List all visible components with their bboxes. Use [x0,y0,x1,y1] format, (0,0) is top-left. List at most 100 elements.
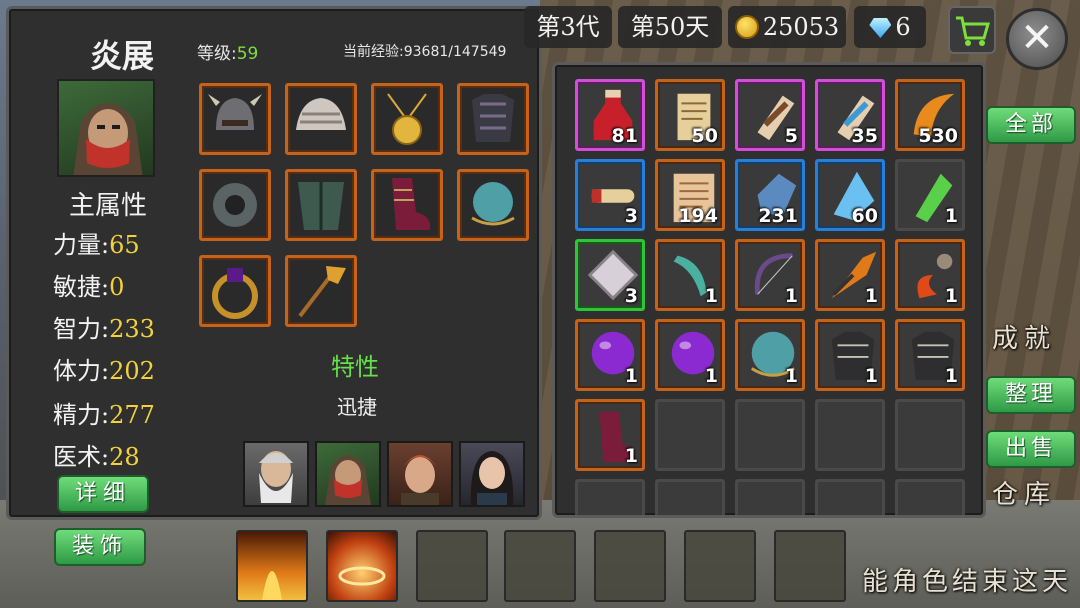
equip-slot-pauldron[interactable] [199,169,271,241]
inventory-slot[interactable]: 1 [655,239,725,311]
inventory-slot[interactable]: 81 [575,79,645,151]
skill-slot-fire-ring[interactable] [326,530,398,602]
inventory-slot[interactable]: 1 [735,239,805,311]
skill-slot-fire-pillar[interactable] [236,530,308,602]
inventory-slot-empty[interactable] [655,399,725,471]
party-old-sage-portrait[interactable] [243,441,309,507]
inventory-slot[interactable]: 1 [815,319,885,391]
inventory-slot-empty[interactable] [815,399,885,471]
inventory-slot[interactable]: 60 [815,159,885,231]
exp-value: 93681/147549 [403,44,507,60]
equip-slot-chest[interactable] [457,83,529,155]
inventory-slot[interactable]: 1 [655,319,725,391]
skill-slot-empty-2[interactable] [504,530,576,602]
warehouse-label[interactable]: 仓库 [992,474,1056,511]
inventory-slot[interactable]: 1 [895,159,965,231]
inventory-slot[interactable]: 3 [575,239,645,311]
inventory-slot-empty[interactable] [815,479,885,515]
inventory-slot[interactable]: 1 [575,399,645,471]
attr-agility: 敏捷:0 [53,273,125,301]
fire-pillar-icon [262,571,282,600]
trait-title: 特性 [331,353,379,381]
item-count: 1 [944,285,958,307]
inventory-slot[interactable]: 1 [895,319,965,391]
skill-slot-empty-5[interactable] [774,530,846,602]
inventory-slot[interactable]: 1 [815,239,885,311]
inventory-slot-empty[interactable] [895,479,965,515]
inventory-slot[interactable]: 50 [655,79,725,151]
gem-value: 6 [895,13,911,41]
item-count: 1 [704,365,718,387]
equip-slot-shoulder[interactable] [285,83,357,155]
level-label: 等级: [197,44,237,64]
gem-display: 6 [854,6,926,48]
item-count: 1 [944,205,958,227]
shop-cart-button[interactable] [948,6,996,54]
achievement-label[interactable]: 成就 [992,318,1056,355]
item-count: 5 [784,125,798,147]
item-count: 1 [784,285,798,307]
inventory-slot-empty[interactable] [895,399,965,471]
inventory-slot-empty[interactable] [575,479,645,515]
decor-button[interactable]: 装饰 [54,528,146,566]
item-count: 1 [944,365,958,387]
inventory-slot[interactable]: 5 [735,79,805,151]
equip-slot-orb[interactable] [457,169,529,241]
close-button[interactable]: ✕ [1006,8,1068,70]
equip-slot-boots[interactable] [371,169,443,241]
detail-button[interactable]: 详细 [57,475,149,513]
inventory-slot-empty[interactable] [655,479,725,515]
inventory-slot[interactable]: 231 [735,159,805,231]
inventory-slot-empty[interactable] [735,479,805,515]
exp-label: 当前经验: [343,44,404,60]
inventory-slot[interactable]: 3 [575,159,645,231]
filter-all-button[interactable]: 全部 [986,106,1076,144]
amulet-icon [387,93,427,145]
party-red-hair-warrior-portrait[interactable] [387,441,453,507]
inventory-slot[interactable]: 1 [735,319,805,391]
item-count: 1 [864,365,878,387]
item-count: 1 [624,445,638,467]
item-count: 1 [784,365,798,387]
equip-slot-staff[interactable] [285,255,357,327]
party-dark-hair-woman-portrait[interactable] [459,441,525,507]
item-count: 530 [918,125,958,147]
pauldron-icon [213,183,257,227]
inventory-slot[interactable]: 530 [895,79,965,151]
attr-energy: 精力:277 [53,401,155,429]
skill-slot-empty-3[interactable] [594,530,666,602]
equip-slot-greaves[interactable] [285,169,357,241]
sell-button[interactable]: 出售 [986,430,1076,468]
item-count: 1 [704,285,718,307]
item-count: 81 [611,125,638,147]
shopping-cart-icon [956,16,990,46]
gold-display: 25053 [728,6,846,48]
party-hooded-rogue-portrait[interactable] [315,441,381,507]
item-count: 1 [864,285,878,307]
item-count: 1 [624,365,638,387]
orb-icon [471,182,515,226]
inventory-slot-empty[interactable] [735,399,805,471]
trait-value: 迅捷 [337,395,377,419]
skill-slot-empty-1[interactable] [416,530,488,602]
generation-display: 第3代 [524,6,612,48]
attr-medicine: 医术:28 [53,443,140,471]
inventory-slot[interactable]: 1 [575,319,645,391]
skill-slot-empty-4[interactable] [684,530,756,602]
hero-level: 等级:59 [197,39,258,64]
attribute-title: 主属性 [68,191,147,221]
equip-slot-amulet[interactable] [371,83,443,155]
boots-icon [392,178,431,230]
sort-button[interactable]: 整理 [986,376,1076,414]
hero-name: 炎展 [89,37,154,75]
day-display: 第50天 [618,6,722,48]
equip-slot-helmet[interactable] [199,83,271,155]
chest-armor-icon [472,94,514,142]
inventory-slot[interactable]: 35 [815,79,885,151]
inventory-slot[interactable]: 194 [655,159,725,231]
hero-portrait [57,79,155,177]
item-count: 3 [624,205,638,227]
inventory-slot[interactable]: 1 [895,239,965,311]
equip-slot-ring[interactable] [199,255,271,327]
item-count: 35 [851,125,878,147]
